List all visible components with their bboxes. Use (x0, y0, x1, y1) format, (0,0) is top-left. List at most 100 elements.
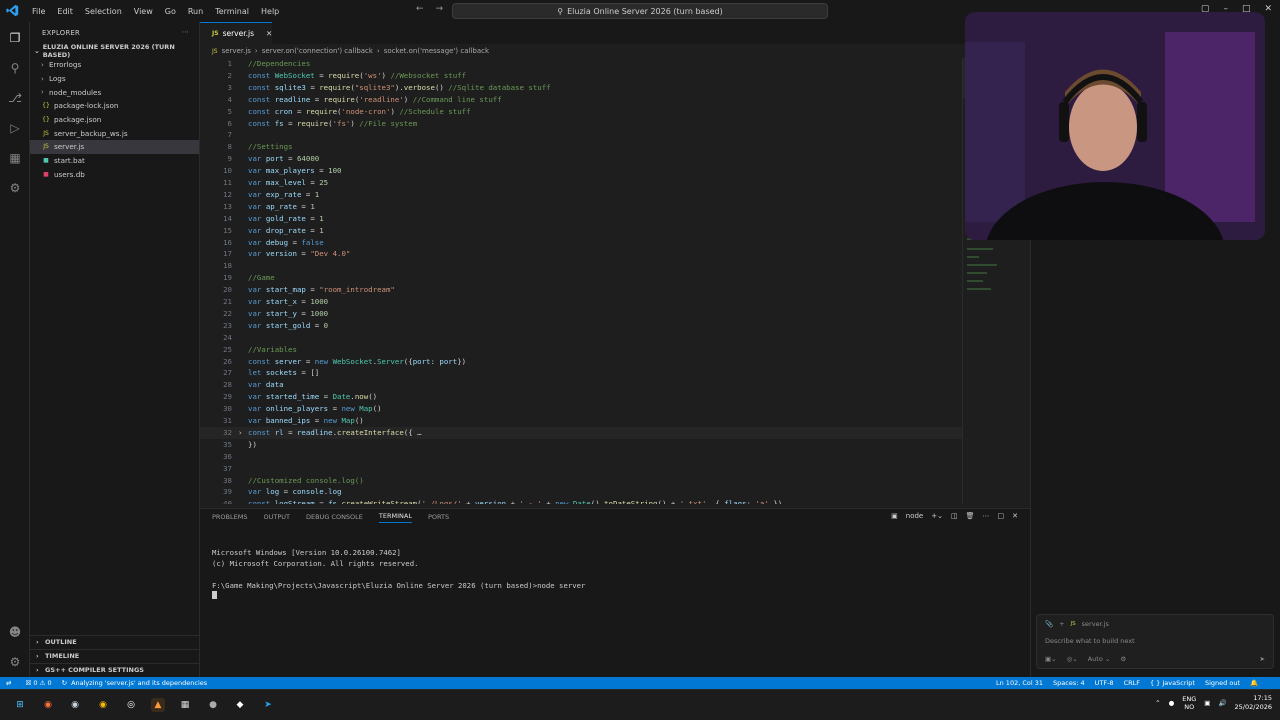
run-debug-icon[interactable]: ▷ (7, 120, 23, 136)
menu-view[interactable]: View (128, 7, 159, 16)
back-arrow-icon[interactable]: ← (416, 4, 424, 14)
account-status[interactable]: Signed out (1205, 679, 1240, 687)
code-line[interactable]: 39 var log = console.log (200, 486, 962, 498)
code-line[interactable]: 14 var gold_rate = 1 (200, 213, 962, 225)
folder-logs[interactable]: › Logs (30, 72, 199, 86)
code-line[interactable]: 37 (200, 463, 962, 475)
code-line[interactable]: 11 var max_level = 25 (200, 177, 962, 189)
trash-icon[interactable]: 🗑 (966, 512, 975, 520)
file-start-bat[interactable]: ■ start.bat (30, 154, 199, 168)
line-endings[interactable]: CRLF (1124, 679, 1140, 687)
maximize-panel-icon[interactable]: □ (998, 512, 1005, 520)
context-file-chip[interactable]: server.js (1082, 620, 1109, 628)
start-menu-icon[interactable]: ⊞ (13, 698, 27, 712)
problems-indicator[interactable]: ☒ 0 ⚠ 0 (25, 679, 51, 687)
obs-icon[interactable]: ◎ (124, 698, 138, 712)
code-line[interactable]: 20 var start_map = "room_introdream" (200, 284, 962, 296)
volume-icon[interactable]: 🔊 (1218, 699, 1226, 707)
code-line[interactable]: 12 var exp_rate = 1 (200, 189, 962, 201)
tray-app-icon[interactable]: ● (1169, 699, 1175, 707)
code-editor[interactable]: 1 //Dependencies 2 const WebSocket = requir… (200, 58, 962, 504)
source-control-icon[interactable]: ⎇ (7, 90, 23, 106)
code-line[interactable]: 40 const logStream = fs.createWriteStream… (200, 498, 962, 504)
code-line[interactable]: 32 const rl = readline.createInterface({ … (200, 426, 962, 439)
menu-selection[interactable]: Selection (79, 7, 128, 16)
new-terminal-icon[interactable]: +⌄ (931, 512, 943, 520)
code-line[interactable]: 9 var port = 64000 (200, 153, 962, 165)
menu-go[interactable]: Go (159, 7, 182, 16)
more-actions-icon[interactable]: ⋯ (182, 28, 189, 36)
code-line[interactable]: 26 const server = new WebSocket.Server({p… (200, 356, 962, 368)
vscode-taskbar-icon[interactable]: ➤ (261, 698, 275, 712)
code-line[interactable]: 2 const WebSocket = require('ws') //Webso… (200, 70, 962, 82)
code-line[interactable]: 30 var online_players = new Map() (200, 403, 962, 415)
app-icon[interactable]: ● (206, 698, 220, 712)
tab-terminal[interactable]: TERMINAL (378, 512, 412, 523)
code-line[interactable]: 19 //Game (200, 272, 962, 284)
code-line[interactable]: 6 const fs = require('fs') //File system (200, 118, 962, 130)
section-timeline[interactable]: › TIMELINE (30, 649, 200, 663)
code-line[interactable]: 36 (200, 451, 962, 463)
encoding[interactable]: UTF-8 (1095, 679, 1114, 687)
indentation[interactable]: Spaces: 4 (1053, 679, 1085, 687)
model-picker[interactable]: Auto ⌄ (1088, 655, 1111, 663)
account-icon[interactable]: ☻ (7, 624, 23, 640)
code-line[interactable]: 8 //Settings (200, 141, 962, 153)
agent-mode-icon[interactable]: ▣⌄ (1045, 655, 1057, 663)
code-line[interactable]: 1 //Dependencies (200, 58, 962, 70)
more-actions-icon[interactable]: ⋯ (983, 512, 990, 520)
code-line[interactable]: 22 var start_y = 1000 (200, 308, 962, 320)
game-maker-icon[interactable]: ◆ (233, 698, 247, 712)
file-users-db[interactable]: ■ users.db (30, 168, 199, 182)
remote-indicator-icon[interactable]: ⇄ (6, 679, 11, 687)
manage-gear-icon[interactable]: ⚙ (7, 654, 23, 670)
terminal-shell-name[interactable]: node (906, 512, 923, 520)
workspace-root[interactable]: ⌄ ELUZIA ONLINE SERVER 2026 (TURN BASED) (30, 43, 199, 59)
notifications-icon[interactable]: 🔔 (1250, 679, 1258, 687)
close-window-icon[interactable]: ✕ (1264, 4, 1272, 14)
tools-config-icon[interactable]: ⚙ (1120, 655, 1126, 663)
code-line[interactable]: 5 const cron = require('node-cron') //Sch… (200, 106, 962, 118)
send-icon[interactable]: ➤ (1260, 655, 1265, 663)
attach-icon[interactable]: 📎 (1045, 620, 1053, 628)
split-terminal-icon[interactable]: ◫ (951, 512, 958, 520)
tab-problems[interactable]: PROBLEMS (212, 513, 247, 521)
code-line[interactable]: 4 const readline = require('readline') //… (200, 94, 962, 106)
code-line[interactable]: 3 const sqlite3 = require("sqlite3").verb… (200, 82, 962, 94)
code-line[interactable]: 25 //Variables (200, 344, 962, 356)
forward-arrow-icon[interactable]: → (436, 4, 444, 14)
file-package-lock[interactable]: {} package-lock.json (30, 99, 199, 113)
menu-terminal[interactable]: Terminal (209, 7, 255, 16)
code-line[interactable]: 17 var version = "Dev 4.0" (200, 248, 962, 260)
firefox-icon[interactable]: ◉ (41, 698, 55, 712)
cursor-position[interactable]: Ln 102, Col 31 (996, 679, 1043, 687)
code-line[interactable]: 24 (200, 332, 962, 344)
code-line[interactable]: 23 var start_gold = 0 (200, 320, 962, 332)
tab-ports[interactable]: PORTS (428, 513, 449, 521)
breadcrumb-symbol-2[interactable]: socket.on('message') callback (384, 47, 489, 55)
menu-help[interactable]: Help (255, 7, 285, 16)
code-line[interactable]: 28 var data (200, 379, 962, 391)
code-line[interactable]: 18 (200, 260, 962, 272)
file-server-backup[interactable]: JS server_backup_ws.js (30, 126, 199, 140)
terminal-output[interactable]: Microsoft Windows [Version 10.0.26100.74… (212, 547, 585, 602)
menu-edit[interactable]: Edit (51, 7, 79, 16)
vlc-icon[interactable]: ▲ (151, 698, 165, 712)
tools-icon[interactable]: ◎⌄ (1067, 655, 1078, 663)
steam-icon[interactable]: ◉ (68, 698, 82, 712)
breadcrumb-file[interactable]: server.js (222, 47, 251, 55)
code-line[interactable]: 7 (200, 129, 962, 141)
file-package-json[interactable]: {} package.json (30, 113, 199, 127)
code-line[interactable]: 29 var started_time = Date.now() (200, 391, 962, 403)
menu-run[interactable]: Run (182, 7, 209, 16)
close-panel-icon[interactable]: ✕ (1012, 512, 1018, 520)
section-gs-compiler[interactable]: › GS++ COMPILER SETTINGS (30, 663, 200, 677)
folder-node-modules[interactable]: › node_modules (30, 85, 199, 99)
code-line[interactable]: 15 var drop_rate = 1 (200, 225, 962, 237)
tab-output[interactable]: OUTPUT (263, 513, 290, 521)
clock[interactable]: 17:15 25/02/2026 (1235, 694, 1272, 712)
code-line[interactable]: 38 //Customized console.log() (200, 475, 962, 487)
tab-server-js[interactable]: JS server.js ✕ (200, 22, 272, 44)
code-line[interactable]: 35}) (200, 439, 962, 451)
language-mode[interactable]: { } JavaScript (1150, 679, 1195, 687)
